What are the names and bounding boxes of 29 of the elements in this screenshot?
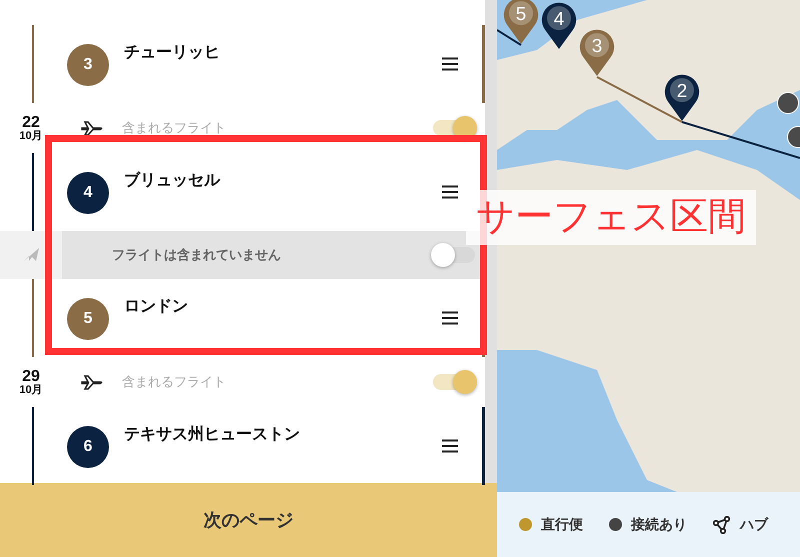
next-page-button[interactable]: 次のページ — [0, 483, 497, 557]
stop-name: ロンドン — [124, 297, 188, 317]
stop-number: 5 — [67, 298, 109, 340]
stop-name: チューリッヒ — [124, 43, 220, 63]
legend-label: 接続あり — [631, 516, 687, 534]
airplane-icon — [80, 120, 104, 136]
date-month: 10月 — [19, 130, 43, 142]
annotation-label: サーフェス区間 — [466, 190, 756, 245]
stop-name: ブリュッセル — [124, 170, 220, 191]
drag-handle-icon[interactable] — [442, 57, 458, 71]
stop-number: 3 — [67, 44, 109, 86]
stop-name: テキサス州ヒューストン — [124, 424, 300, 445]
date-month: 10月 — [19, 384, 43, 396]
flight-label: 含まれるフライト — [122, 119, 227, 137]
flight-label: フライトは含まれていません — [112, 246, 282, 264]
airplane-icon — [80, 374, 104, 390]
map-pin[interactable]: 2 — [664, 72, 700, 122]
stop-number: 6 — [67, 426, 109, 468]
drag-handle-icon[interactable] — [442, 311, 458, 325]
legend-label: ハブ — [740, 516, 768, 534]
date-day: 22 — [22, 114, 40, 130]
stop-number: 4 — [67, 172, 109, 214]
flight-label: 含まれるフライト — [122, 373, 227, 391]
hub-icon — [713, 516, 731, 534]
drag-handle-icon[interactable] — [442, 439, 458, 453]
legend-label: 直行便 — [541, 516, 583, 534]
map-pin[interactable]: 4 — [541, 0, 577, 50]
date-day: 29 — [22, 368, 40, 384]
drag-handle-icon[interactable] — [442, 185, 458, 199]
